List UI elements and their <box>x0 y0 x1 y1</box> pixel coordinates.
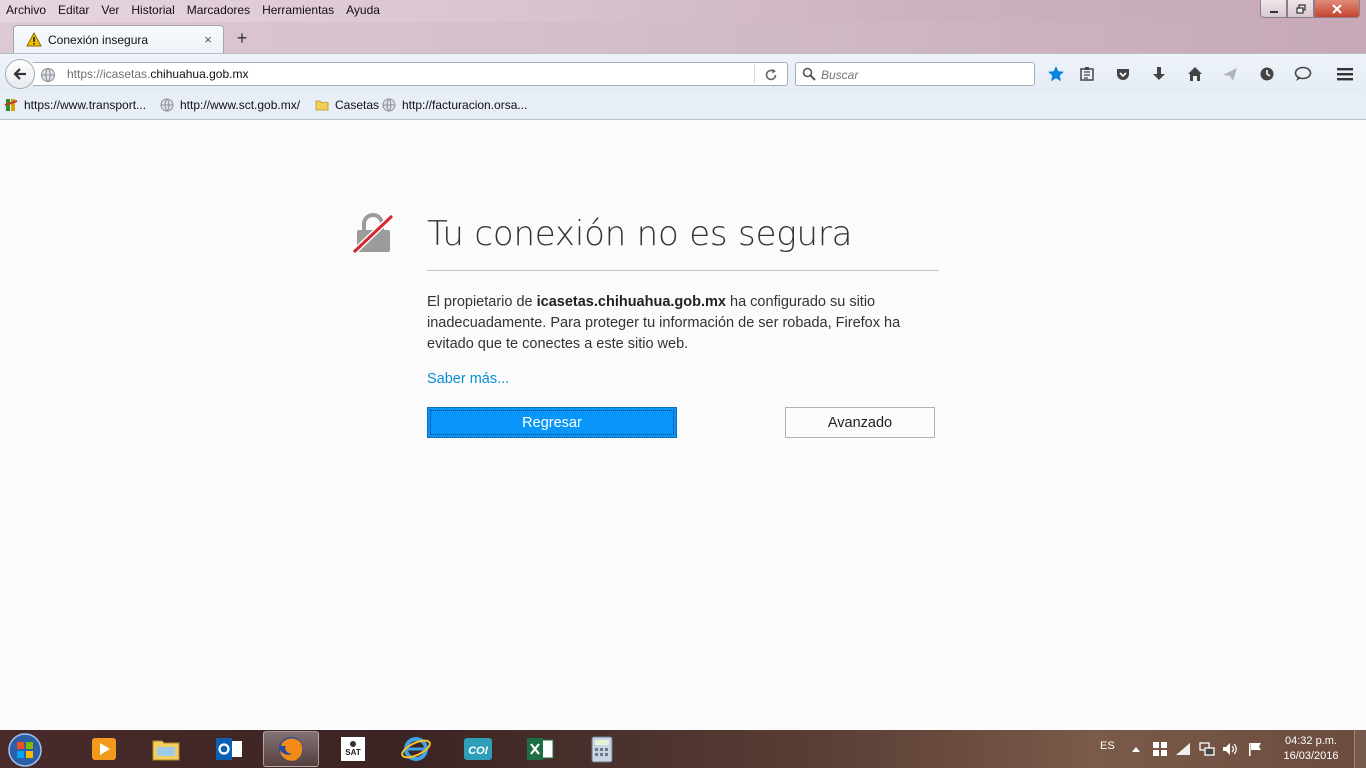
close-window-button[interactable] <box>1314 0 1360 18</box>
globe-icon <box>382 98 396 112</box>
coi-icon: COI <box>464 738 492 760</box>
windows-flag-tray-icon[interactable] <box>1152 741 1168 757</box>
language-indicator[interactable]: ES <box>1100 740 1115 752</box>
bookmark-label: http://www.sct.gob.mx/ <box>180 98 301 112</box>
menu-historial[interactable]: Historial <box>125 2 180 18</box>
sat-icon: SAT <box>341 737 365 761</box>
close-icon <box>1332 3 1342 14</box>
home-icon[interactable] <box>1184 63 1206 85</box>
new-tab-button[interactable]: + <box>233 29 251 47</box>
error-host: icasetas.chihuahua.gob.mx <box>536 294 726 310</box>
reload-icon[interactable] <box>762 66 780 84</box>
taskbar-media-player[interactable] <box>76 731 132 767</box>
folder-icon <box>315 98 329 112</box>
bookmarks-bar: https://www.transport... http://www.sct.… <box>0 92 1366 120</box>
bookmark-folder-casetas[interactable]: Casetas <box>315 98 379 112</box>
menu-marcadores[interactable]: Marcadores <box>181 2 256 18</box>
url-bar[interactable]: https://icasetas.chihuahua.gob.mx <box>33 62 788 86</box>
windows-logo-icon <box>8 732 42 767</box>
taskbar-explorer[interactable] <box>138 731 194 767</box>
menu-hamburger-icon[interactable] <box>1334 63 1356 85</box>
svg-text:COI: COI <box>468 745 489 757</box>
clock-date: 16/03/2016 <box>1283 750 1339 762</box>
globe-icon <box>40 67 56 83</box>
show-desktop-button[interactable] <box>1354 730 1366 768</box>
menu-bar: Archivo Editar Ver Historial Marcadores … <box>0 0 1366 22</box>
tab-title: Conexión insegura <box>48 32 149 47</box>
restore-button[interactable] <box>1287 0 1314 18</box>
network-signal-icon[interactable] <box>1175 741 1191 757</box>
title-divider <box>427 270 939 271</box>
tab-strip: Conexión insegura × + <box>0 22 1366 53</box>
downloads-icon[interactable] <box>1148 63 1170 85</box>
history-icon[interactable] <box>1256 63 1278 85</box>
taskbar-internet-explorer[interactable] <box>388 731 444 767</box>
broken-lock-icon <box>351 212 395 255</box>
taskbar-excel[interactable] <box>512 731 568 767</box>
bookmark-facturacion[interactable]: http://facturacion.orsa... <box>382 98 527 112</box>
calculator-icon <box>591 736 613 763</box>
windows-taskbar: SAT COI ES 04:32 p.m. 16/03/2016 <box>0 730 1366 768</box>
tab-close-button[interactable]: × <box>201 32 215 47</box>
restore-icon <box>1295 3 1306 14</box>
search-icon <box>802 67 816 81</box>
advanced-button[interactable]: Avanzado <box>785 407 935 438</box>
taskbar-calculator[interactable] <box>574 731 630 767</box>
go-back-button[interactable]: Regresar <box>427 407 677 438</box>
error-description: El propietario de icasetas.chihuahua.gob… <box>427 294 901 352</box>
learn-more-link[interactable]: Saber más... <box>427 371 509 387</box>
reading-list-icon[interactable] <box>1076 63 1098 85</box>
menu-herramientas[interactable]: Herramientas <box>256 2 340 18</box>
search-bar[interactable]: Buscar <box>795 62 1035 86</box>
error-page: Tu conexión no es segura El propietario … <box>0 120 1366 730</box>
error-title: Tu conexión no es segura <box>427 214 853 254</box>
action-center-flag-icon[interactable] <box>1247 741 1263 757</box>
url-text[interactable]: https://icasetas.chihuahua.gob.mx <box>67 67 248 81</box>
internet-explorer-icon <box>401 737 431 761</box>
taskbar-coi[interactable]: COI <box>450 731 506 767</box>
chat-icon[interactable] <box>1292 63 1314 85</box>
url-separator <box>754 65 755 83</box>
menu-ayuda[interactable]: Ayuda <box>340 2 386 18</box>
bookmark-star-icon[interactable] <box>1045 63 1067 85</box>
back-arrow-icon <box>13 68 26 80</box>
bookmark-sct[interactable]: http://www.sct.gob.mx/ <box>160 98 300 112</box>
bookmark-label: Casetas <box>335 98 380 112</box>
search-input[interactable]: Buscar <box>821 68 858 82</box>
tab-active[interactable]: Conexión insegura × <box>13 25 224 53</box>
globe-icon <box>160 98 174 112</box>
start-button[interactable] <box>4 732 46 767</box>
network-icon[interactable] <box>1199 741 1215 757</box>
taskbar-outlook[interactable] <box>201 731 257 767</box>
site-favicon-icon <box>4 98 18 112</box>
minimize-button[interactable] <box>1260 0 1287 18</box>
media-player-icon <box>92 738 116 760</box>
volume-icon[interactable] <box>1222 741 1238 757</box>
pocket-icon[interactable] <box>1112 63 1134 85</box>
clock-time: 04:32 p.m. <box>1285 735 1337 747</box>
folder-icon <box>152 740 180 761</box>
bookmark-transport[interactable]: https://www.transport... <box>4 98 146 112</box>
taskbar-sat[interactable]: SAT <box>325 731 381 767</box>
share-icon[interactable] <box>1219 63 1241 85</box>
menu-ver[interactable]: Ver <box>95 2 125 18</box>
bookmark-label: https://www.transport... <box>24 98 147 112</box>
system-clock[interactable]: 04:32 p.m. 16/03/2016 <box>1276 734 1346 764</box>
menu-editar[interactable]: Editar <box>52 2 95 18</box>
outlook-icon <box>216 738 242 760</box>
taskbar-firefox[interactable] <box>263 731 319 767</box>
warning-icon <box>26 31 42 48</box>
menu-archivo[interactable]: Archivo <box>0 2 52 18</box>
back-button[interactable] <box>5 59 35 89</box>
svg-text:SAT: SAT <box>345 748 361 757</box>
excel-icon <box>527 738 554 760</box>
firefox-icon <box>279 737 303 761</box>
bookmark-label: http://facturacion.orsa... <box>402 98 528 112</box>
navigation-bar: https://icasetas.chihuahua.gob.mx Buscar <box>0 53 1366 92</box>
tray-expand-icon[interactable] <box>1128 741 1144 757</box>
minimize-icon <box>1269 10 1278 13</box>
